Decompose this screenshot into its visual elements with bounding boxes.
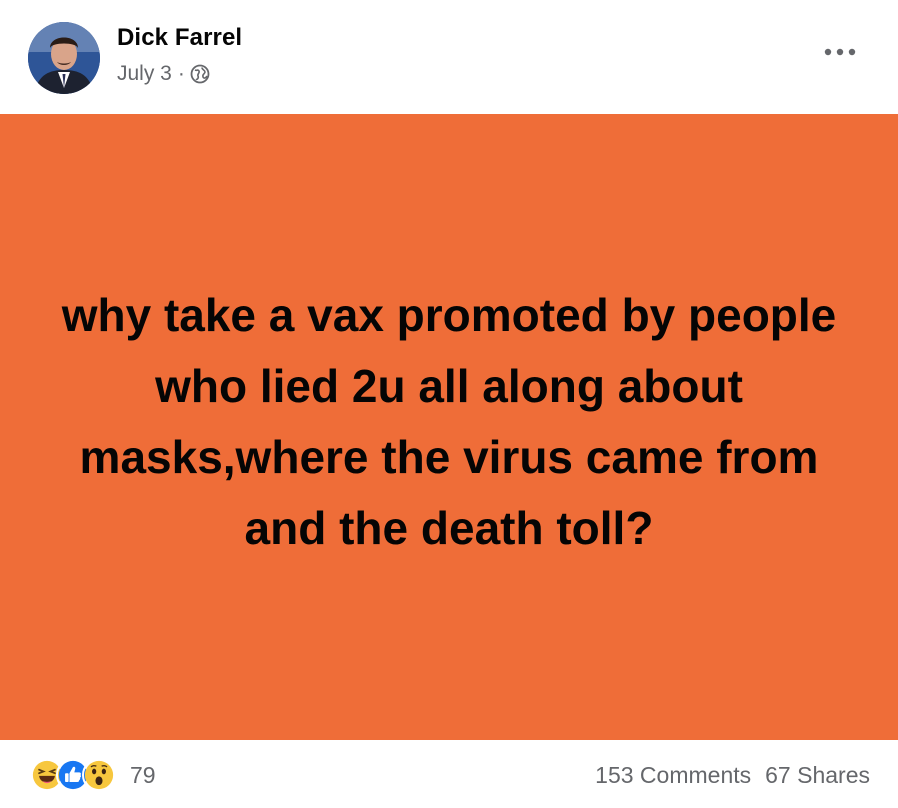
wow-reaction-icon [82, 758, 116, 792]
more-options-button[interactable] [822, 36, 858, 68]
comments-count-link[interactable]: 153 Comments [595, 762, 751, 789]
globe-icon[interactable] [190, 64, 210, 84]
more-horizontal-icon [824, 48, 856, 56]
author-avatar[interactable] [28, 22, 100, 94]
post-meta: July 3 · [117, 62, 210, 86]
meta-separator: · [177, 62, 185, 85]
author-name[interactable]: Dick Farrel [117, 24, 242, 52]
engagement-counts: 153 Comments 67 Shares [595, 762, 870, 789]
shares-count-link[interactable]: 67 Shares [765, 762, 870, 789]
post-header: Dick Farrel July 3 · [0, 0, 898, 114]
reaction-count[interactable]: 79 [130, 762, 156, 789]
reactions-summary[interactable]: 79 [30, 758, 156, 792]
post-background-text: why take a vax promoted by people who li… [0, 114, 898, 740]
post-footer: 79 153 Comments 67 Shares [0, 740, 898, 808]
post-date[interactable]: July 3 [117, 62, 172, 86]
facebook-post: Dick Farrel July 3 · why take a vax prom… [0, 0, 898, 808]
post-text: why take a vax promoted by people who li… [61, 289, 837, 554]
